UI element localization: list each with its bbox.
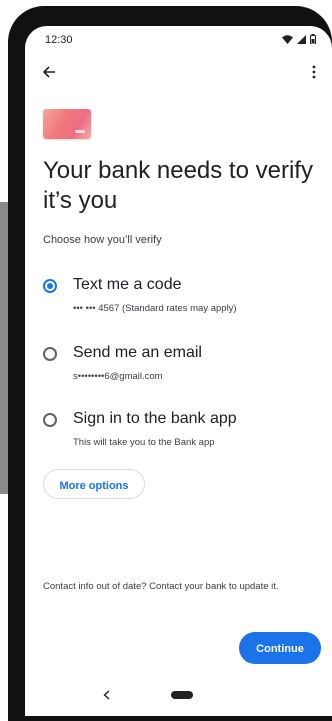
status-icons <box>282 34 316 44</box>
back-arrow-icon <box>42 65 56 84</box>
nav-back-icon <box>102 687 110 705</box>
system-nav-bar <box>25 678 332 716</box>
page-title: Your bank needs to verify it’s you <box>43 157 313 214</box>
option-label: Send me an email <box>73 344 202 361</box>
phone-frame: 12:30 Your bank needs to verify it’s you… <box>8 6 332 721</box>
option-detail: s••••••••6@gmail.com <box>73 371 163 382</box>
page-subtitle: Choose how you’ll verify <box>43 234 162 246</box>
radio-button[interactable] <box>43 347 57 361</box>
radio-button[interactable] <box>43 413 57 427</box>
top-app-bar <box>25 56 332 92</box>
more-vert-icon <box>312 65 316 84</box>
option-label: Sign in to the bank app <box>73 410 237 427</box>
card-logo-mark <box>75 130 85 133</box>
more-options-menu-button[interactable] <box>302 60 326 88</box>
battery-icon <box>310 34 316 44</box>
contact-info-note: Contact info out of date? Contact your b… <box>43 581 279 592</box>
option-send-email[interactable]: Send me an email s••••••••6@gmail.com <box>43 344 313 386</box>
bank-card-image <box>43 109 91 139</box>
nav-home-icon[interactable] <box>171 691 193 699</box>
more-options-button[interactable]: More options <box>43 469 145 499</box>
radio-button-selected[interactable] <box>43 279 57 293</box>
status-time: 12:30 <box>45 34 73 46</box>
continue-button[interactable]: Continue <box>239 632 321 664</box>
back-button[interactable] <box>35 60 63 88</box>
signal-icon <box>297 34 306 44</box>
screen: 12:30 Your bank needs to verify it’s you… <box>25 26 332 716</box>
wifi-icon <box>282 34 293 44</box>
nav-back-button[interactable] <box>99 688 113 704</box>
option-label: Text me a code <box>73 276 182 293</box>
option-text-code[interactable]: Text me a code ••• ••• 4567 (Standard ra… <box>43 276 313 318</box>
status-bar: 12:30 <box>25 26 332 56</box>
option-detail: ••• ••• 4567 (Standard rates may apply) <box>73 303 237 314</box>
option-bank-app[interactable]: Sign in to the bank app This will take y… <box>43 410 313 452</box>
option-detail: This will take you to the Bank app <box>73 437 215 448</box>
